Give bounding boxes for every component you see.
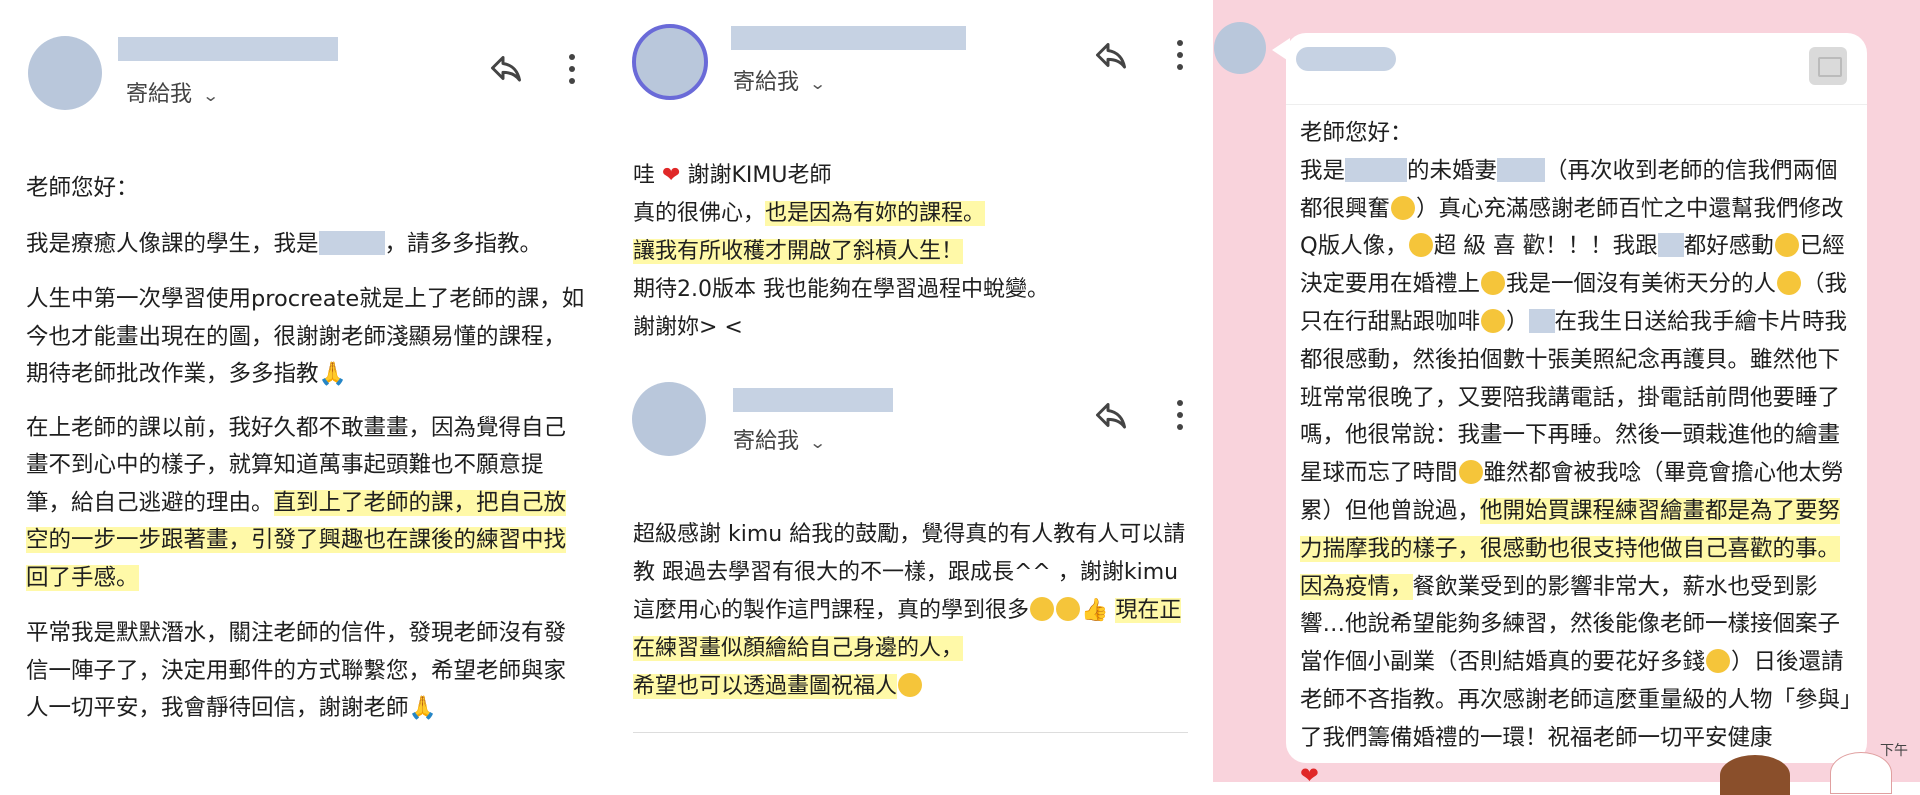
more-vert-icon[interactable]	[1173, 398, 1185, 434]
more-vert-icon[interactable]	[565, 52, 577, 88]
emoji-icon	[1774, 233, 1799, 258]
avatar[interactable]	[632, 24, 708, 100]
heart-icon: ❤	[662, 163, 681, 188]
heart-icon: ❤	[1300, 762, 1319, 789]
chat-bubble: 老師您好： 我是 的未婚妻 （再次收到老師的信我們兩個都很興奮 ）真心充滿感謝老師百忙…	[1286, 33, 1867, 789]
email-panel-2: 寄給我 ⌄ 哇 ❤ 謝謝KIMU老師 真的很佛心，也是因為有妳的課程。 讓我有所收…	[603, 0, 1213, 782]
thumbs-up-icon: 👍	[1081, 598, 1109, 623]
emoji-icon	[1458, 460, 1483, 485]
email-body: 老師您好： 我是療癒人像課的學生，我是 ，請多多指教。 人生中第一次學習使用pro…	[26, 170, 586, 728]
line: 希望也可以透過畫圖祝福人	[633, 668, 1193, 706]
divider	[1286, 104, 1867, 105]
emoji-icon	[1030, 597, 1055, 621]
emoji-icon	[1481, 271, 1506, 296]
emoji-icon	[898, 673, 923, 697]
paragraph: 平常我是默默潛水，關注老師的信件，發現老師沒有發信一陣子了，決定用郵件的方式聯繫…	[26, 620, 567, 721]
sender-name-redacted	[1296, 47, 1396, 71]
sender-name-redacted	[733, 388, 893, 412]
emoji-icon	[1408, 233, 1433, 258]
pray-emoji-icon: 🙏	[408, 695, 437, 721]
highlighted-text: 讓我有所收穫才開啟了斜槓人生！	[633, 239, 964, 264]
emoji-icon	[1056, 597, 1081, 621]
paragraph: 超級感謝 kimu 給我的鼓勵，覺得真的有人教有人可以請教 跟過去學習有很大的不…	[633, 522, 1186, 661]
chat-greeting: 老師您好：	[1300, 120, 1413, 146]
email-header: 寄給我 ⌄	[603, 360, 1213, 480]
line: 期待2.0版本 我也能夠在學習過程中蛻變。	[633, 277, 1049, 302]
emoji-icon	[1777, 271, 1802, 296]
recipient-dropdown[interactable]: 寄給我 ⌄	[733, 64, 827, 96]
chevron-down-icon: ⌄	[809, 433, 827, 452]
recipient-dropdown[interactable]: 寄給我 ⌄	[733, 423, 827, 455]
chevron-down-icon: ⌄	[202, 86, 220, 105]
paragraph: 人生中第一次學習使用procreate就是上了老師的課，如今也才能畫出現在的圖，…	[26, 286, 585, 387]
recipient-label: 寄給我	[733, 429, 800, 454]
chevron-down-icon: ⌄	[809, 74, 827, 93]
email-panel-1: 寄給我 ⌄ 老師您好： 我是療癒人像課的學生，我是 ，請多多指教。 人生中第一次學習…	[0, 0, 603, 782]
emoji-icon	[1391, 195, 1416, 220]
avatar[interactable]	[632, 382, 706, 456]
emoji-icon	[1481, 308, 1506, 333]
emoji-icon	[1706, 649, 1731, 674]
line: 哇 ❤ 謝謝KIMU老師	[633, 163, 832, 188]
avatar[interactable]	[1214, 22, 1266, 74]
email-body: 超級感謝 kimu 給我的鼓勵，覺得真的有人教有人可以請教 跟過去學習有很大的不…	[633, 516, 1193, 706]
image-icon[interactable]	[1809, 47, 1847, 85]
email-body: 哇 ❤ 謝謝KIMU老師 真的很佛心，也是因為有妳的課程。 讓我有所收穫才開啟了…	[633, 157, 1193, 347]
pray-emoji-icon: 🙏	[318, 361, 347, 387]
line: 謝謝妳> <	[633, 315, 743, 340]
more-vert-icon[interactable]	[1173, 38, 1185, 74]
recipient-label: 寄給我	[733, 70, 800, 95]
highlighted-text: 希望也可以透過畫圖祝福人	[633, 674, 898, 699]
bear-sticker	[1720, 755, 1790, 795]
divider	[633, 732, 1188, 733]
email-header: 寄給我 ⌄	[0, 0, 603, 120]
timestamp: 下午	[1880, 743, 1908, 759]
sender-name-redacted	[118, 37, 338, 61]
email-header: 寄給我 ⌄	[603, 0, 1213, 120]
highlighted-text: 也是因為有妳的課程。	[765, 201, 986, 226]
avatar[interactable]	[28, 36, 102, 110]
paragraph: 我是療癒人像課的學生，我是 ，請多多指教。	[26, 230, 543, 257]
greeting: 老師您好：	[26, 175, 139, 201]
reply-icon[interactable]	[1093, 397, 1129, 433]
paragraph: 在上老師的課以前，我好久都不敢畫畫，因為覺得自己畫不到心中的樣子，就算知道萬事起…	[26, 414, 567, 591]
recipient-label: 寄給我	[126, 82, 193, 107]
recipient-dropdown[interactable]: 寄給我 ⌄	[126, 76, 220, 108]
chat-text: 我是 的未婚妻 （再次收到老師的信我們兩個都很興奮 ）真心充滿感謝老師百忙之中還幫我們…	[1300, 157, 1852, 751]
sender-name-redacted	[731, 26, 966, 50]
reply-icon[interactable]	[488, 50, 524, 86]
reply-icon[interactable]	[1093, 37, 1129, 73]
chat-message: 老師您好： 我是 的未婚妻 （再次收到老師的信我們兩個都很興奮 ）真心充滿感謝老師百忙…	[1300, 115, 1856, 795]
line: 真的很佛心，也是因為有妳的課程。	[633, 201, 986, 226]
line: 讓我有所收穫才開啟了斜槓人生！	[633, 233, 1193, 271]
